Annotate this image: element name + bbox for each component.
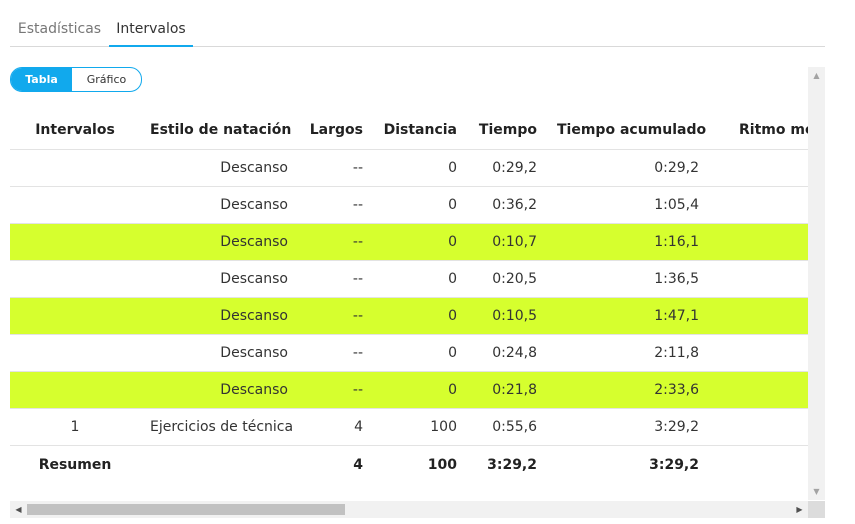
scroll-left-icon[interactable]: ◀: [10, 501, 27, 518]
interval-cell: [10, 371, 140, 409]
column-header-distance[interactable]: Distancia: [373, 94, 467, 150]
time-cell: 0:24,8: [467, 334, 547, 372]
vertical-scrollbar[interactable]: ▲ ▼: [808, 67, 825, 500]
column-header-cumulative-time[interactable]: Tiempo acumulado: [547, 94, 709, 150]
scroll-up-icon[interactable]: ▲: [808, 67, 825, 84]
style-cell: Descanso: [140, 371, 298, 409]
time-cell: 0:21,8: [467, 371, 547, 409]
interval-cell: [10, 223, 140, 261]
interval-cell: 1: [10, 408, 140, 446]
interval-cell: [10, 260, 140, 298]
cumulative-time-cell: 3:29,2: [547, 408, 709, 446]
summary-style: [140, 445, 298, 484]
pace-cell: [709, 149, 808, 187]
pace-cell: [709, 334, 808, 372]
table-row: Descanso -- 0 0:20,5 1:36,5: [10, 260, 808, 298]
summary-row: Resumen 4 100 3:29,2 3:29,2: [10, 445, 808, 484]
scrollbar-corner: [808, 501, 825, 518]
time-cell: 0:36,2: [467, 186, 547, 224]
tab-intervalos[interactable]: Intervalos: [109, 10, 193, 47]
view-toggle: Tabla Gráfico: [10, 67, 142, 92]
scroll-down-icon[interactable]: ▼: [808, 483, 825, 500]
cumulative-time-cell: 1:47,1: [547, 297, 709, 335]
distance-cell: 0: [373, 297, 467, 335]
time-cell: 0:10,7: [467, 223, 547, 261]
time-cell: 0:29,2: [467, 149, 547, 187]
style-cell: Descanso: [140, 260, 298, 298]
table-row: Descanso -- 0 0:21,8 2:33,6: [10, 371, 808, 409]
table-row: Descanso -- 0 0:10,7 1:16,1: [10, 223, 808, 261]
column-header-avg-pace[interactable]: Ritmo med: [709, 94, 808, 150]
lengths-cell: 4: [298, 408, 373, 446]
cumulative-time-cell: 1:36,5: [547, 260, 709, 298]
distance-cell: 0: [373, 186, 467, 224]
table-row: 1 Ejercicios de técnica 4 100 0:55,6 3:29,2: [10, 408, 808, 446]
table-header-row: Intervalos Estilo de natación Largos Dis…: [10, 94, 808, 150]
interval-cell: [10, 149, 140, 187]
column-header-intervals[interactable]: Intervalos: [10, 94, 140, 150]
cumulative-time-cell: 1:16,1: [547, 223, 709, 261]
table-row: Descanso -- 0 0:24,8 2:11,8: [10, 334, 808, 372]
time-cell: 0:55,6: [467, 408, 547, 446]
lengths-cell: --: [298, 334, 373, 372]
style-cell: Descanso: [140, 223, 298, 261]
summary-cumulative: 3:29,2: [649, 456, 699, 473]
lengths-cell: --: [298, 371, 373, 409]
lengths-cell: --: [298, 297, 373, 335]
pace-cell: [709, 371, 808, 409]
style-cell: Descanso: [140, 334, 298, 372]
lengths-cell: --: [298, 149, 373, 187]
lengths-cell: --: [298, 223, 373, 261]
lengths-cell: --: [298, 186, 373, 224]
horizontal-scroll-thumb[interactable]: [27, 504, 345, 515]
table-row: Descanso -- 0 0:29,2 0:29,2: [10, 149, 808, 187]
intervals-table: Intervalos Estilo de natación Largos Dis…: [10, 94, 808, 484]
scroll-right-icon[interactable]: ▶: [791, 501, 808, 518]
style-cell: Ejercicios de técnica: [140, 408, 298, 446]
distance-cell: 0: [373, 371, 467, 409]
column-header-style[interactable]: Estilo de natación: [140, 94, 298, 150]
interval-cell: [10, 334, 140, 372]
summary-pace: [709, 445, 808, 484]
cumulative-time-cell: 0:29,2: [547, 149, 709, 187]
column-header-time[interactable]: Tiempo: [467, 94, 547, 150]
pace-cell: [709, 297, 808, 335]
pace-cell: [709, 408, 808, 446]
tab-bar: Estadísticas Intervalos: [10, 10, 825, 47]
table-row: Descanso -- 0 0:10,5 1:47,1: [10, 297, 808, 335]
column-header-lengths[interactable]: Largos: [298, 94, 373, 150]
summary-lengths: 4: [353, 456, 363, 473]
style-cell: Descanso: [140, 186, 298, 224]
toggle-chart-button[interactable]: Gráfico: [72, 68, 141, 91]
intervals-table-viewport: Intervalos Estilo de natación Largos Dis…: [10, 94, 808, 500]
summary-label: Resumen: [38, 456, 112, 473]
distance-cell: 0: [373, 223, 467, 261]
pace-cell: [709, 186, 808, 224]
summary-time: 3:29,2: [487, 456, 537, 473]
interval-cell: [10, 297, 140, 335]
interval-cell: [10, 186, 140, 224]
style-cell: Descanso: [140, 297, 298, 335]
horizontal-scrollbar[interactable]: ◀ ▶: [10, 501, 808, 518]
toggle-table-button[interactable]: Tabla: [11, 68, 72, 91]
cumulative-time-cell: 2:11,8: [547, 334, 709, 372]
lengths-cell: --: [298, 260, 373, 298]
distance-cell: 0: [373, 149, 467, 187]
summary-distance: 100: [427, 456, 457, 473]
distance-cell: 100: [373, 408, 467, 446]
tab-estadisticas[interactable]: Estadísticas: [10, 10, 109, 46]
cumulative-time-cell: 1:05,4: [547, 186, 709, 224]
time-cell: 0:10,5: [467, 297, 547, 335]
style-cell: Descanso: [140, 149, 298, 187]
distance-cell: 0: [373, 260, 467, 298]
cumulative-time-cell: 2:33,6: [547, 371, 709, 409]
table-row: Descanso -- 0 0:36,2 1:05,4: [10, 186, 808, 224]
pace-cell: [709, 223, 808, 261]
pace-cell: [709, 260, 808, 298]
time-cell: 0:20,5: [467, 260, 547, 298]
distance-cell: 0: [373, 334, 467, 372]
